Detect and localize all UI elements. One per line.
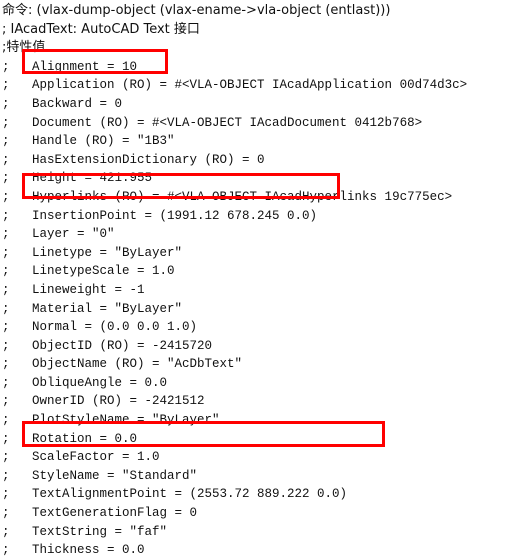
console-line: ; PlotStyleName = "ByLayer" xyxy=(2,413,220,428)
console-line: ; Handle (RO) = "1B3" xyxy=(2,134,175,149)
console-line: ; Backward = 0 xyxy=(2,96,123,111)
console-line: ; Hyperlinks (RO) = #<VLA-OBJECT IAcadHy… xyxy=(2,189,453,204)
console-line: ; Document (RO) = #<VLA-OBJECT IAcadDocu… xyxy=(2,115,423,130)
console-line: ; Height = 421.955 xyxy=(2,171,153,186)
console-line: ; HasExtensionDictionary (RO) = 0 xyxy=(2,152,265,167)
console-line: ; Rotation = 0.0 xyxy=(2,431,138,446)
console-line: ; Material = "ByLayer" xyxy=(2,301,183,316)
console-line: ; Normal = (0.0 0.0 1.0) xyxy=(2,320,198,335)
console-line: ; Lineweight = -1 xyxy=(2,282,145,297)
autocad-command-line-console[interactable]: 命令: (vlax-dump-object (vlax-ename->vla-o… xyxy=(0,0,515,557)
console-line: ; StyleName = "Standard" xyxy=(2,468,198,483)
console-line: ; TextString = "faf" xyxy=(2,524,168,539)
console-line: ; InsertionPoint = (1991.12 678.245 0.0) xyxy=(2,208,318,223)
console-line: ; Alignment = 10 xyxy=(2,59,138,74)
console-line: ; TextAlignmentPoint = (2553.72 889.222 … xyxy=(2,487,348,502)
console-line: ; LinetypeScale = 1.0 xyxy=(2,264,175,279)
console-line: ; Layer = "0" xyxy=(2,227,115,242)
console-line: ; TextGenerationFlag = 0 xyxy=(2,506,198,521)
console-line: 命令: (vlax-dump-object (vlax-ename->vla-o… xyxy=(2,3,391,18)
console-line: ;特性值. xyxy=(2,40,50,56)
console-line: ; IAcadText: AutoCAD Text 接口 xyxy=(2,21,200,37)
console-line: ; ObliqueAngle = 0.0 xyxy=(2,375,168,390)
console-line: ; ObjectID (RO) = -2415720 xyxy=(2,338,213,353)
console-line: ; OwnerID (RO) = -2421512 xyxy=(2,394,205,409)
console-line: ; Linetype = "ByLayer" xyxy=(2,245,183,260)
console-line: ; Thickness = 0.0 xyxy=(2,543,145,557)
console-output-lines: 命令: (vlax-dump-object (vlax-ename->vla-o… xyxy=(0,0,467,557)
console-line: ; ObjectName (RO) = "AcDbText" xyxy=(2,357,243,372)
console-line: ; Application (RO) = #<VLA-OBJECT IAcadA… xyxy=(2,78,468,93)
console-line: ; ScaleFactor = 1.0 xyxy=(2,450,160,465)
